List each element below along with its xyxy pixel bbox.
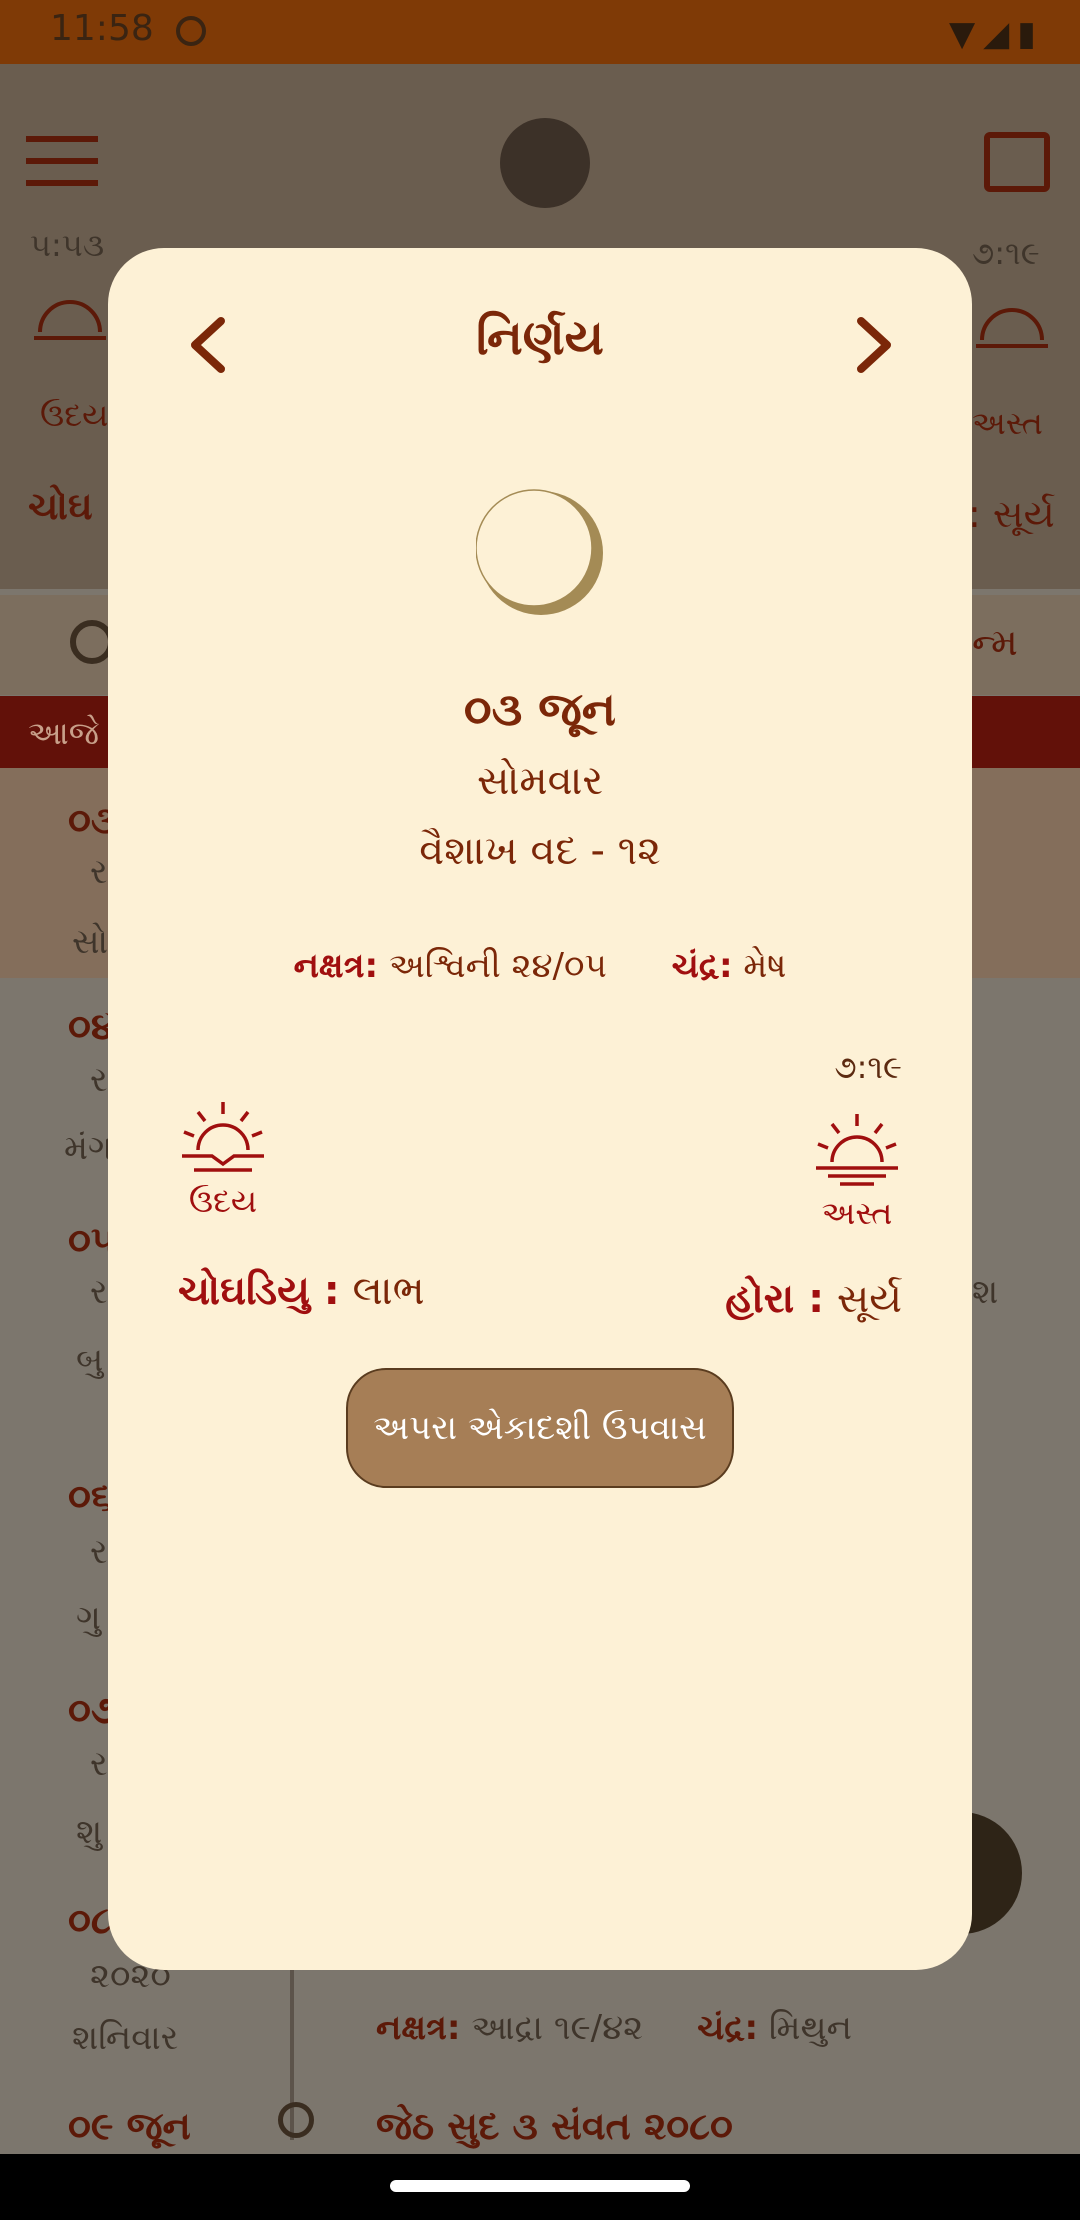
sunset-icon xyxy=(816,1114,898,1186)
signal-icon: ◢ xyxy=(983,14,1018,54)
dialog-date: ૦૩ જૂન xyxy=(463,682,617,736)
home-gesture-pill[interactable] xyxy=(390,2180,690,2192)
chandra-value: મેષ xyxy=(743,946,787,986)
sunrise-block: ઉદય xyxy=(178,1098,268,1221)
bg-row-sub: ર xyxy=(90,1060,108,1100)
bg-last-date: ૦૯ જૂન xyxy=(68,2104,191,2148)
status-icons: ▼◢▮ xyxy=(949,14,1044,54)
choghadiya-row: ચોઘડિયુ : લાભ xyxy=(178,1268,425,1314)
hora-value: સૂર્ય xyxy=(836,1276,902,1322)
bg-chandra-value: મિથુન xyxy=(768,2008,852,2048)
bg-row-date: ૦૬ xyxy=(68,1474,113,1518)
bg-choghadiya-label: ચોઘ xyxy=(28,484,93,528)
bg-row-weekday: ગુ xyxy=(76,1598,101,1638)
bg-row-weekday: સો xyxy=(72,922,109,962)
hora-row: હોરા : સૂર્ય xyxy=(725,1276,902,1322)
choghadiya-value: લાભ xyxy=(352,1268,425,1314)
choghadiya-label: ચોઘડિયુ : xyxy=(178,1268,340,1314)
hora-label: હોરા : xyxy=(725,1276,825,1322)
chandra-label: ચંદ્ર: xyxy=(671,946,733,986)
sunset-label: અસ્ત xyxy=(821,1194,893,1232)
bg-today-label: આજે xyxy=(28,714,99,752)
bg-nakshatra-label: નક્ષત્ર: xyxy=(376,2008,461,2048)
bg-sunrise-icon xyxy=(30,282,110,352)
timeline-dot xyxy=(278,2102,314,2138)
bg-row-date: ૦૮ xyxy=(68,1898,112,1942)
bg-row-sub: ર xyxy=(90,852,108,892)
dialog-tithi: વૈશાખ વદ - ૧૨ xyxy=(419,828,661,874)
bg-nakshatra-value: આદ્રા ૧૯/૪૨ xyxy=(471,2008,644,2048)
bg-last-title: જેઠ સુદ ૩ સંવત ૨૦૮૦ xyxy=(376,2104,733,2148)
bg-sunset-label: અસ્ત xyxy=(972,404,1043,442)
sunset-time: ૭:૧૯ xyxy=(834,1048,902,1086)
bg-row-weekday: મંગ xyxy=(64,1128,113,1168)
bg-sunrise-label: ઉદય xyxy=(40,396,109,434)
nirnay-dialog: નિર્ણય ૦૩ જૂન સોમવાર વૈશાખ વદ - ૧૨ નક્ષત… xyxy=(108,248,972,1970)
bg-janam-tab: ન્મ xyxy=(972,620,1018,664)
next-day-button[interactable] xyxy=(840,310,910,380)
bg-hora-fragment: : સૂર્ય xyxy=(968,492,1055,536)
bg-row-weekday: શનિવાર xyxy=(72,2018,179,2058)
bg-chandra-label: ચંદ્ર: xyxy=(697,2008,759,2048)
bg-sunrise-time: ૫:૫૩ xyxy=(30,226,105,264)
bg-row-weekday: શુ xyxy=(76,1812,103,1852)
festival-button[interactable]: અપરા એકાદશી ઉપવાસ xyxy=(346,1368,734,1488)
wifi-icon: ▼ xyxy=(948,14,984,54)
sunrise-icon xyxy=(182,1102,264,1172)
bg-row-sub: ર xyxy=(90,1532,108,1572)
sunset-block: અસ્ત xyxy=(812,1110,902,1233)
status-time: 11:58 xyxy=(50,8,154,49)
bg-sunset-time: ૭:૧૯ xyxy=(972,234,1040,272)
header-moon-icon xyxy=(500,118,590,208)
nakshatra-chandra-row: નક્ષત્ર: અશ્વિની ૨૪/૦૫ ચંદ્ર: મેષ xyxy=(108,946,972,986)
menu-icon[interactable] xyxy=(26,136,98,188)
status-bar: 11:58 ▼◢▮ xyxy=(0,0,1080,64)
chevron-right-icon xyxy=(857,317,891,373)
bg-row-fragment: શ xyxy=(972,1272,999,1312)
notification-icon xyxy=(176,16,206,46)
bg-sunset-icon xyxy=(972,290,1052,360)
dialog-weekday: સોમવાર xyxy=(476,758,604,804)
bg-nakshatra-row: નક્ષત્ર: આદ્રા ૧૯/૪૨ ચંદ્ર: મિથુન xyxy=(376,2008,852,2048)
nakshatra-label: નક્ષત્ર: xyxy=(293,946,379,986)
nakshatra-value: અશ્વિની ૨૪/૦૫ xyxy=(388,946,607,986)
battery-icon: ▮ xyxy=(1017,14,1044,54)
calendar-icon[interactable] xyxy=(984,132,1050,192)
system-nav-bar xyxy=(0,2154,1080,2220)
bg-row-sub: ર xyxy=(90,1744,108,1784)
bg-row-sub: ર xyxy=(90,1272,108,1312)
sunrise-label: ઉદય xyxy=(188,1182,258,1220)
bg-row-weekday: બુ xyxy=(76,1340,104,1380)
moon-phase-icon xyxy=(476,489,603,615)
